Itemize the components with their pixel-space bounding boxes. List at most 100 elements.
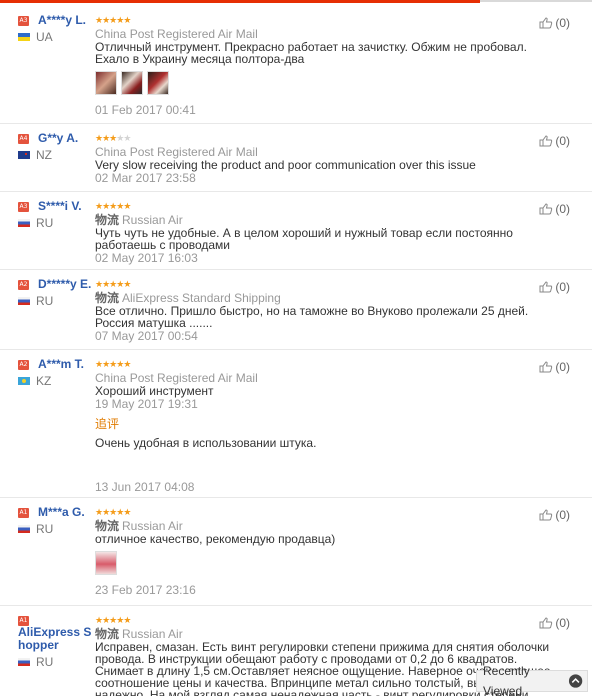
recently-viewed-button[interactable]: Recently Viewed	[476, 664, 588, 696]
country-code: RU	[36, 294, 54, 308]
shipping-method: 物流 AliExpress Standard Shipping	[95, 291, 555, 305]
star-icon: ★	[123, 360, 131, 370]
shipping-method: China Post Registered Air Mail	[95, 371, 555, 385]
thumbs-up-icon	[539, 203, 553, 215]
buyer-name[interactable]: S****i V.	[18, 200, 92, 213]
review-content: ★★★★★ 物流 AliExpress Standard Shipping Все о…	[95, 280, 555, 343]
buyer-info: A3 S****i V. RU	[18, 200, 92, 230]
buyer-country: KZ	[18, 374, 92, 388]
active-tab-indicator	[0, 0, 480, 3]
thumbs-up-icon	[539, 281, 553, 293]
shipping-method: 物流 Russian Air	[95, 627, 555, 641]
helpful-count: (0)	[555, 280, 570, 294]
buyer-level-badge: A1	[18, 508, 29, 518]
star-icon: ★	[123, 202, 131, 212]
recently-viewed-label: Recently Viewed	[483, 664, 530, 696]
review-content: ★★★★★ China Post Registered Air Mail Very …	[95, 134, 555, 185]
helpful-button[interactable]: (0)	[539, 616, 570, 630]
review-text: Все отлично. Пришло быстро, но на таможн…	[95, 304, 529, 330]
review-photos	[95, 551, 555, 575]
helpful-count: (0)	[555, 202, 570, 216]
shipping-name: China Post Registered Air Mail	[95, 27, 258, 41]
star-icon: ★	[123, 134, 131, 144]
star-icon: ★	[123, 280, 131, 290]
logistics-label: 物流	[95, 519, 120, 533]
helpful-button[interactable]: (0)	[539, 202, 570, 216]
review-photo-thumbnail[interactable]	[95, 551, 117, 575]
review-text: Хороший инструмент	[95, 384, 214, 398]
review-date: 01 Feb 2017 00:41	[95, 103, 196, 117]
buyer-name[interactable]: A****y L.	[18, 14, 92, 27]
shipping-name: China Post Registered Air Mail	[95, 371, 258, 385]
helpful-count: (0)	[555, 16, 570, 30]
country-code: NZ	[36, 148, 52, 162]
review-item: A3 A****y L. UA ★★★★★ China Post Registered …	[0, 6, 592, 124]
country-code: UA	[36, 30, 53, 44]
star-rating: ★★★★★	[95, 16, 555, 26]
review-content: ★★★★★ 物流 Russian Air Чуть чуть не удобные. …	[95, 202, 555, 265]
star-rating: ★★★★★	[95, 360, 555, 370]
buyer-level-badge: A4	[18, 134, 29, 144]
helpful-count: (0)	[555, 134, 570, 148]
review-text: Отличный инструмент. Прекрасно работает …	[95, 40, 527, 66]
star-rating: ★★★★★	[95, 508, 555, 518]
review-item: A2 A***m T. KZ ★★★★★ China Post Registered A…	[0, 350, 592, 498]
star-icon: ★	[123, 616, 131, 626]
star-rating: ★★★★★	[95, 280, 555, 290]
buyer-level-badge: A3	[18, 16, 29, 26]
helpful-count: (0)	[555, 360, 570, 374]
buyer-info: A2 A***m T. KZ	[18, 358, 92, 388]
flag-icon	[18, 297, 30, 305]
shipping-name: Russian Air	[122, 519, 183, 533]
country-code: KZ	[36, 374, 52, 388]
thumbs-up-icon	[539, 361, 553, 373]
shipping-method: 物流 Russian Air	[95, 213, 555, 227]
thumbs-up-icon	[539, 509, 553, 521]
flag-icon	[18, 525, 30, 533]
review-photo-thumbnail[interactable]	[121, 71, 143, 95]
helpful-button[interactable]: (0)	[539, 360, 570, 374]
review-photos	[95, 71, 555, 95]
logistics-label: 物流	[95, 291, 120, 305]
review-date: 19 May 2017 19:31	[95, 397, 198, 411]
shipping-method: China Post Registered Air Mail	[95, 27, 555, 41]
flag-icon	[18, 658, 30, 666]
review-text: Чуть чуть не удобные. А в целом хороший …	[95, 226, 513, 252]
followup-label: 追评	[95, 417, 120, 431]
buyer-country: NZ	[18, 148, 92, 162]
star-rating: ★★★★★	[95, 134, 555, 144]
review-item: A2 D*****y E. RU ★★★★★ 物流 AliExpress Standard…	[0, 270, 592, 350]
helpful-button[interactable]: (0)	[539, 134, 570, 148]
helpful-button[interactable]: (0)	[539, 508, 570, 522]
review-item: A4 G**y A. NZ ★★★★★ China Post Registered Ai…	[0, 124, 592, 192]
buyer-name[interactable]: AliExpress Shopper	[18, 626, 92, 652]
buyer-name[interactable]: D*****y E.	[18, 278, 92, 291]
country-code: RU	[36, 655, 54, 669]
review-content: ★★★★★ China Post Registered Air Mail Хорош…	[95, 360, 555, 494]
buyer-name[interactable]: A***m T.	[18, 358, 92, 371]
buyer-name[interactable]: M***a G.	[18, 506, 92, 519]
buyer-name[interactable]: G**y A.	[18, 132, 92, 145]
buyer-country: RU	[18, 655, 92, 669]
review-photo-thumbnail[interactable]	[147, 71, 169, 95]
country-code: RU	[36, 216, 54, 230]
logistics-label: 物流	[95, 213, 120, 227]
helpful-button[interactable]: (0)	[539, 280, 570, 294]
review-photo-thumbnail[interactable]	[95, 71, 117, 95]
buyer-level-badge: A2	[18, 280, 29, 290]
review-content: ★★★★★ China Post Registered Air Mail Отлич…	[95, 16, 555, 117]
country-code: RU	[36, 522, 54, 536]
followup-text: Очень удобная в использовании штука.	[95, 436, 317, 450]
logistics-label: 物流	[95, 627, 120, 641]
star-rating: ★★★★★	[95, 202, 555, 212]
buyer-level-badge: A1	[18, 616, 29, 626]
review-date: 07 May 2017 00:54	[95, 329, 198, 343]
helpful-button[interactable]: (0)	[539, 16, 570, 30]
flag-icon	[18, 33, 30, 41]
helpful-count: (0)	[555, 508, 570, 522]
review-date: 23 Feb 2017 23:16	[95, 583, 196, 597]
flag-icon	[18, 151, 30, 159]
review-date: 02 May 2017 16:03	[95, 251, 198, 265]
review-date: 02 Mar 2017 23:58	[95, 171, 196, 185]
buyer-level-badge: A3	[18, 202, 29, 212]
